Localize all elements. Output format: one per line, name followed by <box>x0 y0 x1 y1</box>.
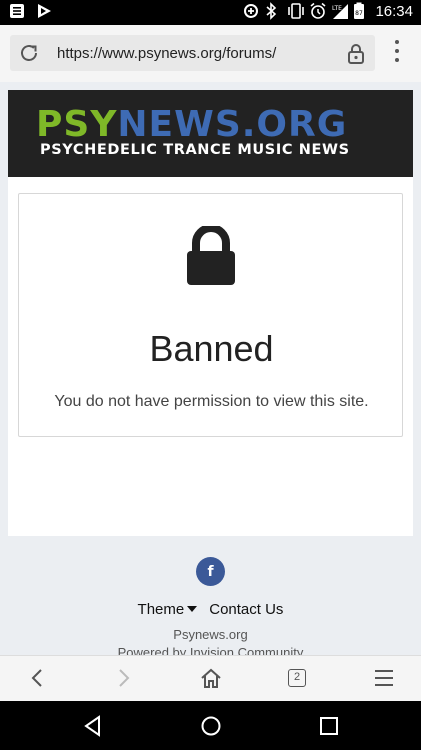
nav-home-icon[interactable] <box>200 715 222 742</box>
theme-label[interactable]: Theme <box>138 601 185 618</box>
vibrate-icon <box>287 2 305 20</box>
browser-menu-icon[interactable] <box>389 35 405 71</box>
address-bar[interactable]: https://www.psynews.org/forums/ <box>10 35 375 71</box>
battery-icon: 87 <box>353 2 369 20</box>
footer-links: Theme Contact Us <box>0 601 421 618</box>
status-bar: LTE 87 16:34 <box>0 0 421 25</box>
site-tagline: PSYCHEDELIC TRANCE MUSIC NEWS <box>40 142 350 158</box>
status-time: 16:34 <box>375 2 413 20</box>
permission-message: You do not have permission to view this … <box>54 393 369 410</box>
caret-down-icon <box>187 606 198 612</box>
banned-message-card: Banned You do not have permission to vie… <box>18 193 403 437</box>
site-logo: PSYNEWS.ORG <box>36 104 348 145</box>
page-title: Banned <box>149 328 274 369</box>
svg-text:87: 87 <box>356 10 364 17</box>
footer-site-name: Psynews.org <box>173 627 248 642</box>
system-nav-bar <box>0 701 421 750</box>
home-icon[interactable] <box>199 667 223 694</box>
play-store-icon <box>36 3 52 21</box>
facebook-icon[interactable]: f <box>196 557 225 586</box>
powered-by-link[interactable]: Powered by Invision Community <box>0 645 421 655</box>
url-text[interactable]: https://www.psynews.org/forums/ <box>57 45 276 62</box>
back-icon[interactable] <box>28 667 48 694</box>
browser-toolbar-top: https://www.psynews.org/forums/ <box>0 25 421 82</box>
contact-us-link[interactable]: Contact Us <box>209 601 283 618</box>
tab-count-button[interactable]: 2 <box>288 669 306 687</box>
data-saver-icon <box>243 2 259 20</box>
lock-icon <box>187 224 235 291</box>
hamburger-menu-icon[interactable] <box>373 667 395 694</box>
reload-icon[interactable] <box>18 42 40 69</box>
bluetooth-icon <box>265 2 281 20</box>
forward-icon[interactable] <box>113 667 133 694</box>
nav-back-icon[interactable] <box>83 715 103 742</box>
nav-recents-icon[interactable] <box>319 715 339 742</box>
page-content: PSYNEWS.ORG PSYCHEDELIC TRANCE MUSIC NEW… <box>8 90 413 536</box>
browser-toolbar-bottom: 2 <box>0 655 421 701</box>
site-logo-banner[interactable]: PSYNEWS.ORG PSYCHEDELIC TRANCE MUSIC NEW… <box>8 90 413 177</box>
svg-text:LTE: LTE <box>332 5 342 12</box>
lte-signal-icon: LTE <box>331 2 349 20</box>
theme-menu[interactable]: Theme <box>138 601 198 618</box>
notification-doc-icon <box>10 3 26 21</box>
alarm-icon <box>309 2 326 20</box>
site-security-icon[interactable] <box>346 43 366 70</box>
